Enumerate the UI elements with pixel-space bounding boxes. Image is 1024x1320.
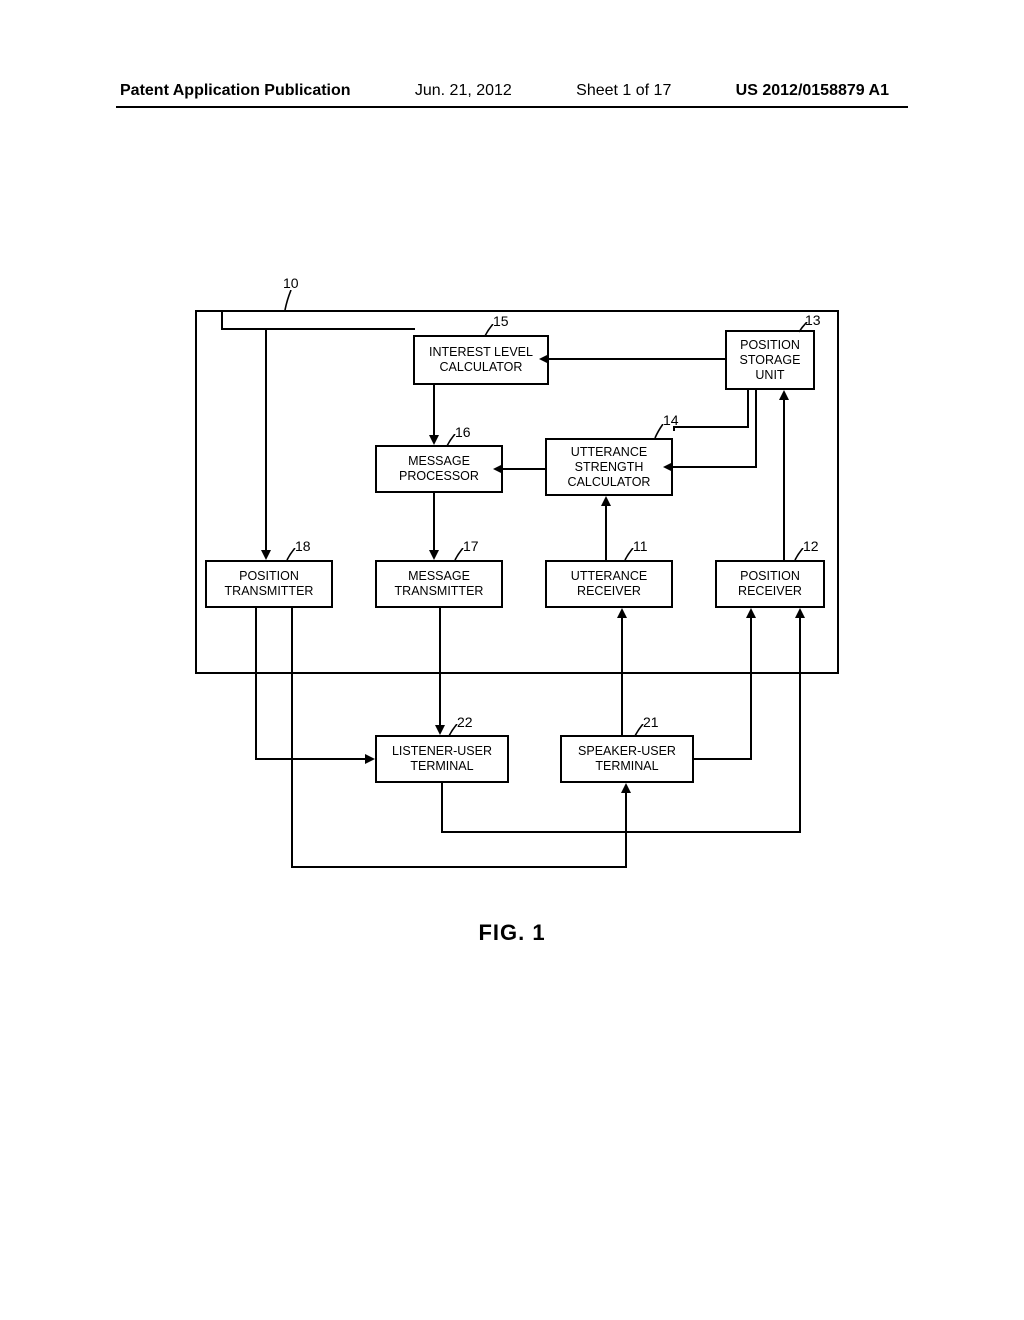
figure-label: FIG. 1 <box>0 920 1024 946</box>
pub-type-label: Patent Application Publication <box>120 82 351 100</box>
pub-no-label: US 2012/0158879 A1 <box>736 82 889 100</box>
pub-date-label: Jun. 21, 2012 <box>415 82 512 100</box>
position-transmitter: POSITION TRANSMITTER <box>205 560 333 608</box>
ref-10: 10 <box>283 275 299 291</box>
message-transmitter: MESSAGE TRANSMITTER <box>375 560 503 608</box>
speaker-user-terminal: SPEAKER-USER TERMINAL <box>560 735 694 783</box>
position-receiver: POSITION RECEIVER <box>715 560 825 608</box>
message-processor: MESSAGE PROCESSOR <box>375 445 503 493</box>
utterance-receiver: UTTERANCE RECEIVER <box>545 560 673 608</box>
utterance-strength-calculator: UTTERANCE STRENGTH CALCULATOR <box>545 438 673 496</box>
position-storage-unit: POSITION STORAGE UNIT <box>725 330 815 390</box>
interest-level-calculator: INTEREST LEVEL CALCULATOR <box>413 335 549 385</box>
header-rule <box>116 106 908 108</box>
listener-user-terminal: LISTENER-USER TERMINAL <box>375 735 509 783</box>
figure-1-diagram: 10 INTEREST LEVEL CALCULATOR POSITION ST… <box>195 280 835 900</box>
sheet-label: Sheet 1 of 17 <box>576 82 671 100</box>
